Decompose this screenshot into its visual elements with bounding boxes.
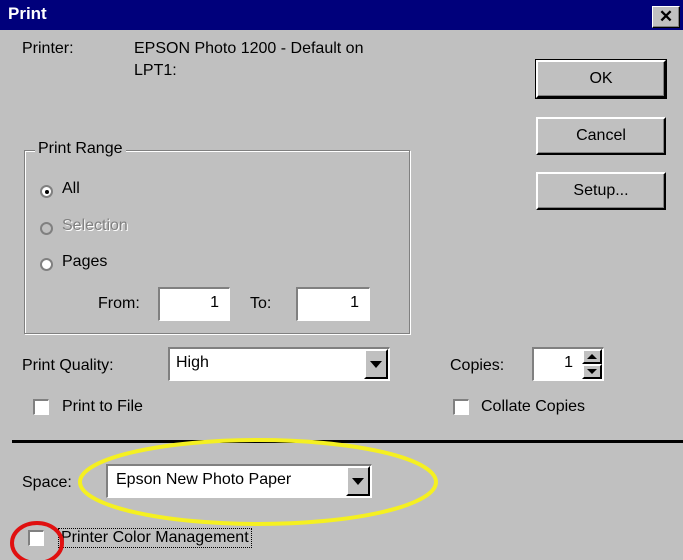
red-highlight-ellipse — [10, 521, 64, 560]
yellow-highlight-ellipse — [78, 438, 438, 526]
annotation-overlay — [10, 438, 438, 560]
